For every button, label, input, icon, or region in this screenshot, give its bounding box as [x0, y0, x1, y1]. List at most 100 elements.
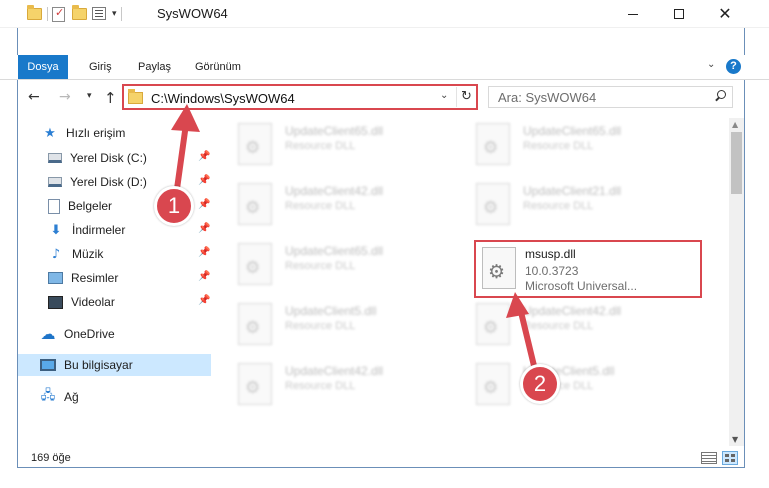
scroll-down-arrow-icon[interactable]: ▼	[732, 435, 738, 444]
address-path[interactable]: C:\Windows\SysWOW64	[151, 91, 295, 106]
dll-file-icon	[476, 183, 510, 225]
vertical-scrollbar[interactable]: ▲ ▼	[729, 118, 744, 446]
file-name: UpdateClient42.dll	[285, 364, 384, 378]
file-version: 10.0.3723	[525, 264, 579, 278]
address-dropdown-chevron-icon[interactable]: ⌄	[440, 90, 448, 101]
sidebar-item-downloads[interactable]: ⬇ İndirmeler 📌	[48, 219, 211, 241]
window-title: SysWOW64	[157, 6, 228, 21]
file-item[interactable]: UpdateClient42.dll Resource DLL	[222, 358, 452, 412]
sidebar-item-label: Videolar	[71, 295, 115, 309]
large-icons-view-icon[interactable]	[722, 451, 738, 465]
pin-icon[interactable]: 📌	[198, 199, 210, 210]
expand-ribbon-chevron-icon[interactable]: ⌄	[707, 59, 715, 70]
navigation-pane: ★ Hızlı erişim Yerel Disk (C:) 📌 Yerel D…	[18, 118, 213, 438]
tab-view[interactable]: Görünüm	[195, 55, 241, 79]
dll-file-icon	[238, 363, 272, 405]
search-icon[interactable]	[713, 89, 727, 103]
pin-icon[interactable]: 📌	[198, 271, 210, 282]
status-bar: 169 öğe	[18, 446, 745, 468]
pin-icon[interactable]: 📌	[198, 223, 210, 234]
tab-file[interactable]: Dosya	[18, 55, 68, 79]
file-description: Microsoft Universal...	[525, 279, 638, 293]
new-folder-icon[interactable]	[72, 5, 88, 22]
dll-file-icon	[476, 363, 510, 405]
file-name: UpdateClient5.dll	[285, 304, 377, 318]
sidebar-item-videos[interactable]: Videolar 📌	[48, 291, 211, 313]
file-list: UpdateClient65.dll Resource DLL UpdateCl…	[222, 118, 727, 440]
sidebar-item-network[interactable]: 🖧 Ağ	[40, 386, 211, 408]
close-icon: ✕	[718, 4, 732, 23]
close-button[interactable]: ✕	[702, 0, 748, 28]
pin-icon[interactable]: 📌	[198, 247, 210, 258]
sidebar-item-onedrive[interactable]: ☁ OneDrive	[40, 323, 211, 345]
maximize-icon	[674, 9, 684, 19]
dll-file-icon	[238, 243, 272, 285]
sidebar-item-label: Hızlı erişim	[66, 126, 126, 140]
minimize-button[interactable]	[610, 0, 656, 28]
file-item-msusp-dll[interactable]: msusp.dll 10.0.3723 Microsoft Universal.…	[474, 240, 702, 298]
network-icon: 🖧	[40, 388, 56, 403]
file-type: Resource DLL	[285, 200, 356, 212]
refresh-icon[interactable]: ↻	[456, 87, 476, 107]
tab-share[interactable]: Paylaş	[138, 55, 171, 79]
file-item[interactable]: UpdateClient65.dll Resource DLL	[222, 238, 452, 292]
document-icon	[48, 198, 60, 214]
file-item[interactable]: UpdateClient5.dll Resource DLL	[460, 358, 690, 412]
pictures-icon	[48, 272, 63, 284]
scroll-thumb[interactable]	[731, 132, 742, 194]
customize-toolbar-chevron-icon[interactable]: ▾	[112, 9, 117, 19]
file-item[interactable]: UpdateClient65.dll Resource DLL	[460, 118, 690, 172]
computer-icon	[40, 359, 56, 371]
scroll-up-arrow-icon[interactable]: ▲	[732, 120, 738, 129]
file-type: Resource DLL	[285, 380, 356, 392]
music-icon: ♪	[51, 246, 61, 262]
sidebar-item-this-pc[interactable]: Bu bilgisayar	[18, 354, 211, 376]
minimize-icon	[628, 13, 638, 15]
toolbar-separator	[120, 7, 122, 21]
sidebar-item-label: Yerel Disk (D:)	[70, 175, 147, 189]
file-item[interactable]: UpdateClient5.dll Resource DLL	[222, 298, 452, 352]
sidebar-item-label[interactable]: OneDrive	[64, 327, 115, 341]
toolbar-separator	[47, 7, 48, 21]
pin-icon[interactable]: 📌	[198, 151, 210, 162]
file-type: Resource DLL	[285, 140, 356, 152]
forward-arrow-icon[interactable]: →	[59, 89, 71, 105]
dll-file-icon	[476, 123, 510, 165]
title-bar[interactable]: ▾ SysWOW64 ✕	[0, 0, 769, 28]
search-input[interactable]: Ara: SysWOW64	[488, 86, 733, 108]
pin-icon[interactable]: 📌	[198, 295, 210, 306]
disk-icon	[48, 177, 62, 187]
maximize-button[interactable]	[656, 0, 702, 28]
dll-file-icon	[238, 303, 272, 345]
sidebar-item-label: Yerel Disk (C:)	[70, 151, 147, 165]
download-icon: ⬇	[50, 222, 62, 238]
file-item[interactable]: UpdateClient21.dll Resource DLL	[460, 178, 690, 232]
sidebar-item-label: Ağ	[64, 390, 79, 404]
file-type: Resource DLL	[285, 320, 356, 332]
sidebar-item-pictures[interactable]: Resimler 📌	[48, 267, 211, 289]
sidebar-item-label: Resimler	[71, 271, 119, 285]
address-bar[interactable]: C:\Windows\SysWOW64 ⌄ ↻	[122, 84, 478, 110]
rename-icon[interactable]	[92, 6, 108, 22]
back-arrow-icon[interactable]: ←	[28, 89, 40, 105]
tab-home[interactable]: Giriş	[89, 55, 112, 79]
file-type: Resource DLL	[523, 140, 594, 152]
pin-icon[interactable]: 📌	[198, 175, 210, 186]
sidebar-item-label: İndirmeler	[72, 223, 126, 237]
details-view-icon[interactable]	[701, 452, 717, 464]
recent-locations-chevron-icon[interactable]: ▾	[87, 91, 92, 101]
properties-checkmark-icon[interactable]	[52, 6, 68, 22]
file-item[interactable]: UpdateClient42.dll Resource DLL	[460, 298, 690, 352]
dll-file-icon	[238, 123, 272, 165]
file-item[interactable]: UpdateClient65.dll Resource DLL	[222, 118, 452, 172]
sidebar-item-quick-access[interactable]: ★ Hızlı erişim	[42, 122, 235, 144]
help-icon[interactable]: ?	[726, 59, 741, 74]
sidebar-item-music[interactable]: ♪ Müzik 📌	[48, 243, 211, 265]
file-type: Resource DLL	[285, 260, 356, 272]
sidebar-item-local-disk-c[interactable]: Yerel Disk (C:) 📌	[48, 147, 211, 169]
file-name: UpdateClient42.dll	[285, 184, 384, 198]
up-arrow-icon[interactable]: ↑	[104, 89, 117, 107]
file-item[interactable]: UpdateClient42.dll Resource DLL	[222, 178, 452, 232]
item-count: 169 öğe	[31, 452, 71, 464]
folder-icon	[128, 89, 143, 104]
